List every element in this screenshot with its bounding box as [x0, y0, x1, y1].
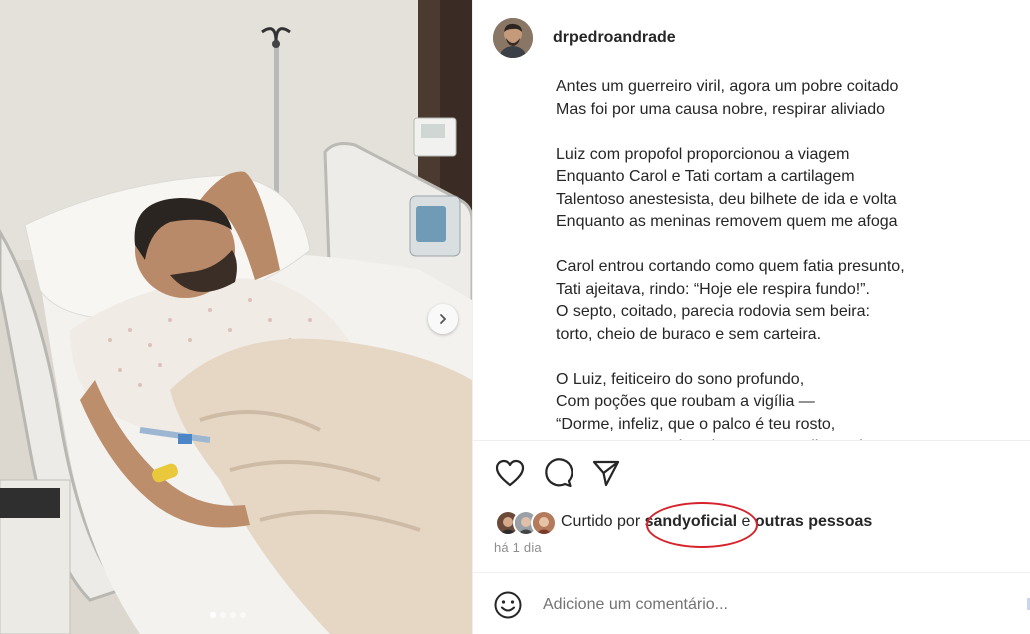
hospital-bed-photo: [0, 0, 472, 634]
post-side-panel: drpedroandrade Antes um guerreiro viril,…: [472, 0, 1030, 634]
caption-line: O Luiz, feiticeiro do sono profundo,: [556, 370, 805, 388]
next-slide-button[interactable]: [428, 304, 458, 334]
caption-line: Enquanto as meninas removem quem me afog…: [556, 213, 898, 230]
caption-line: O septo, coitado, parecia rodovia sem be…: [556, 303, 870, 320]
emoji-button[interactable]: [493, 590, 523, 620]
caption-line: Antes um guerreiro viril, agora um pobre…: [556, 78, 899, 95]
caption-line: Com poções que roubam a vigília —: [556, 393, 815, 410]
liked-by-prefix: Curtido por: [561, 513, 645, 530]
like-button[interactable]: [493, 456, 527, 490]
caption-line: Carol entrou cortando como quem fatia pr…: [556, 258, 905, 275]
username-link[interactable]: drpedroandrade: [553, 29, 676, 47]
divider: [473, 440, 1030, 441]
caption-line: Enquanto Carol e Tati cortam a cartilage…: [556, 168, 855, 185]
comment-bubble-icon: [545, 458, 573, 488]
smiley-icon: [494, 591, 522, 619]
action-bar: [493, 456, 623, 490]
comment-button[interactable]: [541, 456, 575, 490]
liked-by-text: Curtido por sandyoficial e outras pessoa…: [561, 513, 872, 531]
other-likers-link[interactable]: outras pessoas: [755, 513, 872, 530]
post-caption: Antes um guerreiro viril, agora um pobre…: [473, 76, 1030, 440]
caption-line: Tati ajeitava, rindo: “Hoje ele respira …: [556, 280, 870, 298]
liker-avatars: [495, 509, 559, 536]
profile-avatar-icon: [493, 18, 533, 58]
caption-line: Talentoso anestesista, deu bilhete de id…: [556, 190, 897, 208]
carousel-dot: [230, 612, 236, 618]
comment-input[interactable]: [543, 593, 1003, 617]
carousel-dot: [240, 612, 246, 618]
caption-line: torto, cheio de buraco e sem carteira.: [556, 325, 822, 343]
liked-by: Curtido por sandyoficial e outras pessoa…: [495, 508, 872, 536]
paper-plane-icon: [592, 460, 620, 487]
post-timestamp[interactable]: há 1 dia: [494, 540, 542, 555]
liked-by-conjunction: e: [737, 513, 755, 530]
liker-username-link[interactable]: sandyoficial: [645, 513, 737, 530]
caption-line: Mas foi por uma causa nobre, respirar al…: [556, 100, 886, 118]
post-header: drpedroandrade: [473, 0, 1030, 76]
caption-line: Luiz com propofol proporcionou a viagem: [556, 145, 850, 163]
carousel-dots: [210, 612, 246, 618]
avatar[interactable]: [493, 18, 533, 58]
caption-line: “Dorme, infeliz, que o palco é teu rosto…: [556, 415, 836, 433]
heart-icon: [495, 459, 525, 487]
comment-bar: [473, 573, 1030, 634]
liker-avatar-icon: [533, 512, 555, 534]
caption-text: Antes um guerreiro viril, agora um pobre…: [556, 76, 1016, 440]
liker-avatar[interactable]: [531, 510, 557, 536]
chevron-right-icon: [440, 314, 447, 324]
carousel-dot: [220, 612, 226, 618]
post-photo[interactable]: [0, 0, 472, 634]
share-button[interactable]: [589, 456, 623, 490]
carousel-dot: [210, 612, 216, 618]
